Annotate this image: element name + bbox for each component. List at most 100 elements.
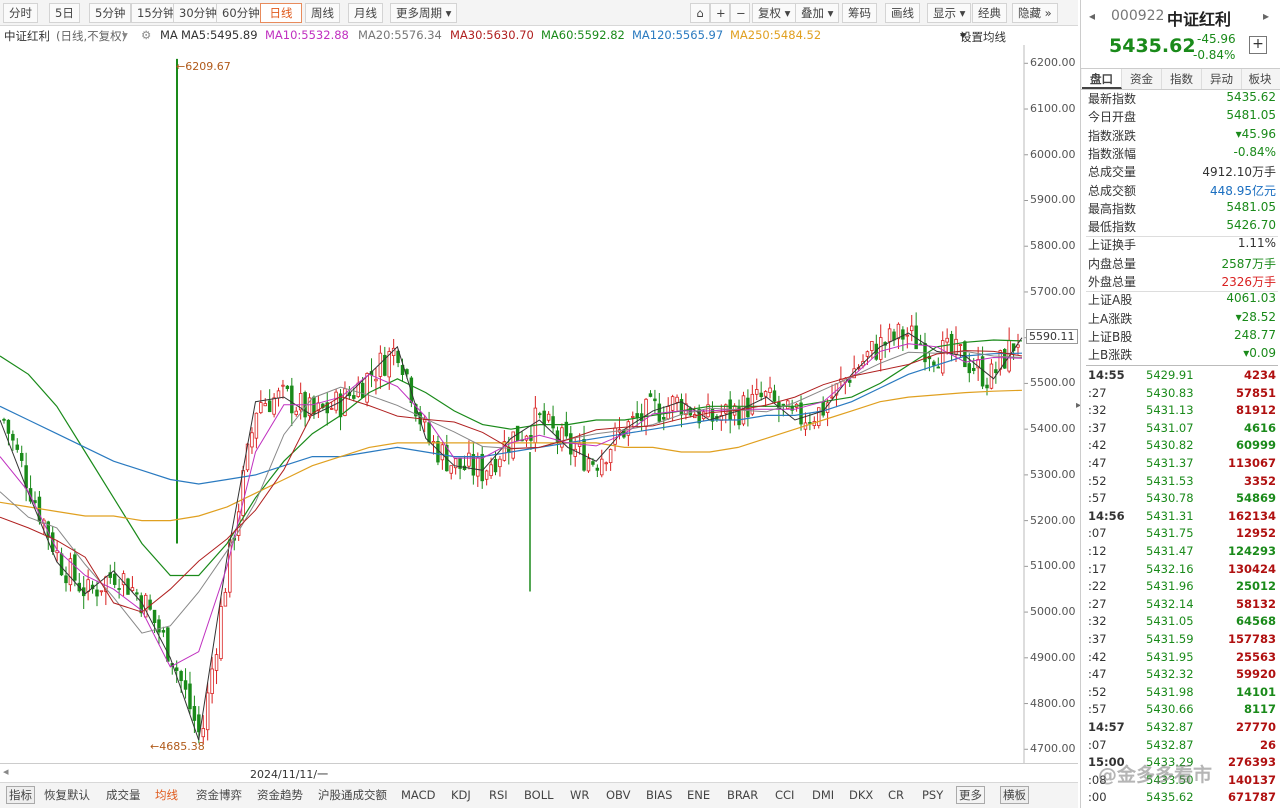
kdj-tab[interactable]: KDJ bbox=[451, 785, 471, 805]
period-tab-minute[interactable]: 分时 bbox=[3, 3, 38, 23]
candle bbox=[817, 407, 821, 426]
tick-volume: 81912 bbox=[1235, 403, 1276, 418]
macd-tab[interactable]: MACD bbox=[401, 785, 435, 805]
candle bbox=[887, 328, 892, 342]
hide-button[interactable]: 隐藏 » bbox=[1012, 3, 1058, 23]
scroll-left-icon[interactable]: ◂ bbox=[3, 765, 9, 778]
reset-default-button[interactable]: 恢复默认 bbox=[44, 785, 90, 805]
period-tab-60min[interactable]: 60分钟 bbox=[216, 3, 266, 23]
candle bbox=[112, 573, 117, 585]
tab-index[interactable]: 指数 bbox=[1162, 69, 1202, 89]
lock-icon[interactable]: ⌂ bbox=[690, 3, 710, 23]
candle bbox=[967, 363, 972, 374]
candle bbox=[15, 444, 20, 450]
zoom-in-icon[interactable]: + bbox=[710, 3, 730, 23]
prev-stock-icon[interactable]: ◂ bbox=[1089, 9, 1095, 23]
divider bbox=[1086, 365, 1278, 366]
classic-button[interactable]: 经典 bbox=[972, 3, 1007, 23]
tick-time: 14:57 bbox=[1088, 720, 1125, 734]
candle bbox=[214, 654, 219, 671]
psy-tab[interactable]: PSY bbox=[922, 785, 943, 805]
ma-tab[interactable]: 均线 bbox=[155, 785, 178, 805]
tick-row: :17 5432.16 130424 bbox=[1088, 562, 1276, 580]
ma-settings-dropdown[interactable]: 设置均线 ▾ bbox=[960, 28, 1006, 44]
boll-tab[interactable]: BOLL bbox=[524, 785, 554, 805]
quote-value: 5435.62 bbox=[1226, 90, 1276, 104]
period-tab-5min[interactable]: 5分钟 bbox=[89, 3, 132, 23]
tick-time: :57 bbox=[1088, 491, 1107, 506]
period-tab-monthly[interactable]: 月线 bbox=[348, 3, 383, 23]
ma-legend: 中证红利 (日线,不复权) ▾ ⚙ MA MA5:5495.89 MA10:55… bbox=[0, 27, 1078, 45]
quote-value: ▾45.96 bbox=[1235, 126, 1276, 141]
ma250-value: MA250:5484.52 bbox=[730, 28, 822, 42]
tick-price: 5431.59 bbox=[1146, 632, 1194, 646]
brar-tab[interactable]: BRAR bbox=[727, 785, 758, 805]
chips-button[interactable]: 筹码 bbox=[842, 3, 877, 23]
rsi-tab[interactable]: RSI bbox=[489, 785, 508, 805]
bias-tab[interactable]: BIAS bbox=[646, 785, 672, 805]
display-dropdown[interactable]: 显示 ▾ bbox=[927, 3, 972, 23]
overlay-dropdown[interactable]: 叠加 ▾ bbox=[795, 3, 840, 23]
high-price-label: ←6209.67 bbox=[176, 60, 231, 73]
quote-row: 最高指数 5481.05 bbox=[1088, 200, 1276, 218]
obv-tab[interactable]: OBV bbox=[606, 785, 630, 805]
indicator-button[interactable]: 指标 bbox=[6, 786, 35, 804]
period-tab-5day[interactable]: 5日 bbox=[49, 3, 80, 23]
fund-game-tab[interactable]: 资金博弈 bbox=[196, 785, 242, 805]
kline-chart[interactable] bbox=[0, 45, 1080, 763]
add-watchlist-icon[interactable]: + bbox=[1249, 36, 1267, 54]
period-tab-daily[interactable]: 日线 bbox=[260, 3, 302, 23]
tick-volume: 671787 bbox=[1227, 790, 1276, 805]
candle bbox=[489, 464, 493, 477]
tick-volume: 113067 bbox=[1227, 456, 1276, 470]
hk-connect-tab[interactable]: 沪股通成交额 bbox=[318, 785, 387, 805]
tick-volume: 64568 bbox=[1235, 614, 1276, 629]
wr-tab[interactable]: WR bbox=[570, 785, 589, 805]
tab-movement[interactable]: 异动 bbox=[1202, 69, 1242, 89]
cr-tab[interactable]: CR bbox=[888, 785, 904, 805]
gear-icon[interactable]: ⚙ bbox=[141, 28, 151, 42]
horizontal-layout-button[interactable]: 横板 bbox=[1000, 786, 1029, 804]
volume-tab[interactable]: 成交量 bbox=[106, 785, 141, 805]
tick-price: 5430.82 bbox=[1146, 438, 1194, 453]
tick-volume: 26 bbox=[1259, 737, 1276, 752]
quote-label: 上证A股 bbox=[1088, 293, 1133, 308]
dmi-tab[interactable]: DMI bbox=[812, 785, 834, 805]
candle bbox=[608, 449, 613, 464]
tab-funds[interactable]: 资金 bbox=[1122, 69, 1162, 89]
tick-price: 5432.16 bbox=[1146, 561, 1194, 576]
quote-label: 上B涨跌 bbox=[1088, 348, 1133, 363]
tab-sector[interactable]: 板块 bbox=[1240, 69, 1280, 89]
tab-orderbook[interactable]: 盘口 bbox=[1082, 69, 1122, 89]
candle bbox=[476, 457, 480, 477]
tick-volume: 25012 bbox=[1235, 579, 1276, 594]
next-stock-icon[interactable]: ▸ bbox=[1263, 9, 1269, 23]
cci-tab[interactable]: CCI bbox=[775, 785, 794, 805]
candle bbox=[746, 397, 750, 418]
candle bbox=[763, 391, 768, 397]
zoom-out-icon[interactable]: − bbox=[730, 3, 750, 23]
ene-tab[interactable]: ENE bbox=[687, 785, 710, 805]
fund-trend-tab[interactable]: 资金趋势 bbox=[257, 785, 303, 805]
candle bbox=[2, 418, 6, 421]
tick-price: 5431.05 bbox=[1146, 614, 1194, 629]
candle bbox=[821, 402, 825, 416]
tick-time: :47 bbox=[1088, 456, 1107, 470]
quote-label: 上A涨跌 bbox=[1088, 311, 1133, 326]
tick-time: :17 bbox=[1088, 561, 1107, 576]
adjust-dropdown[interactable]: 复权 ▾ bbox=[752, 3, 797, 23]
more-indicators-button[interactable]: 更多 bbox=[956, 786, 985, 804]
candle bbox=[985, 384, 989, 389]
quote-row: 上B涨跌 ▾0.09 bbox=[1088, 346, 1276, 364]
period-tab-weekly[interactable]: 周线 bbox=[305, 3, 340, 23]
candle bbox=[219, 606, 223, 659]
candle bbox=[135, 592, 139, 595]
draw-button[interactable]: 画线 bbox=[885, 3, 920, 23]
tick-volume: 8117 bbox=[1243, 702, 1276, 717]
candle bbox=[901, 329, 905, 340]
more-periods-dropdown[interactable]: 更多周期 ▾ bbox=[390, 3, 458, 23]
quote-value: 448.95亿元 bbox=[1210, 183, 1276, 198]
mode-dropdown-icon[interactable]: ▾ bbox=[122, 28, 128, 42]
dkx-tab[interactable]: DKX bbox=[849, 785, 873, 805]
stock-code: 000922 bbox=[1111, 8, 1165, 24]
